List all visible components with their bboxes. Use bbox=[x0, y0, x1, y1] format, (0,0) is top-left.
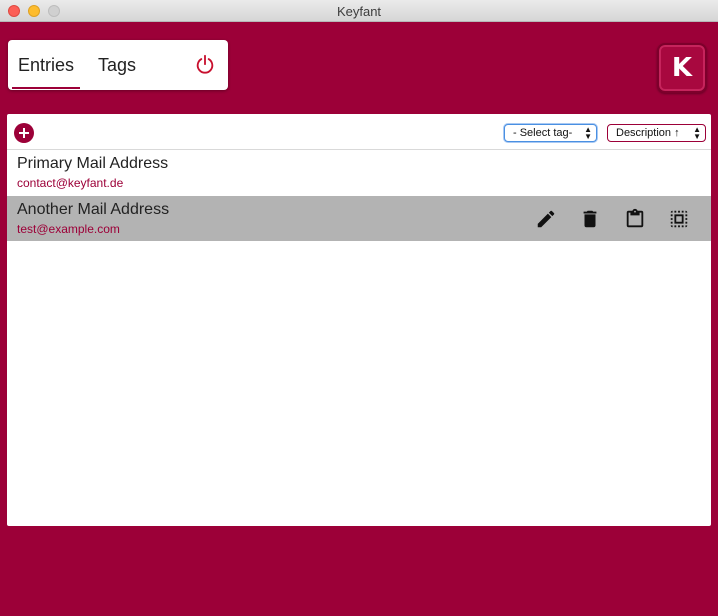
active-tab-indicator bbox=[12, 87, 80, 89]
nav-tabs: Entries Tags bbox=[8, 40, 228, 90]
window-title: Keyfant bbox=[336, 4, 382, 19]
select-arrows-icon: ▲ ▼ bbox=[693, 125, 701, 141]
entry-title: Another Mail Address bbox=[17, 201, 170, 218]
select-arrows-icon: ▲ ▼ bbox=[584, 125, 592, 141]
edit-icon[interactable] bbox=[535, 208, 557, 230]
window-titlebar: Keyfant bbox=[0, 0, 718, 22]
tag-filter-value: - Select tag- bbox=[513, 127, 573, 139]
power-icon[interactable] bbox=[194, 54, 216, 76]
tag-filter-select[interactable]: - Select tag- ▲ ▼ bbox=[504, 124, 597, 142]
tab-tags[interactable]: Tags bbox=[98, 55, 136, 76]
add-entry-button[interactable] bbox=[14, 123, 34, 143]
entries-panel: - Select tag- ▲ ▼ Description ↑ ▲ ▼ Primar… bbox=[7, 114, 711, 526]
keyfant-logo-icon: K bbox=[657, 43, 707, 93]
entry-title: Primary Mail Address bbox=[17, 155, 169, 172]
clipboard-icon[interactable] bbox=[624, 208, 646, 230]
list-item[interactable]: Primary Mail Address contact@keyfant.de bbox=[7, 150, 711, 195]
tab-entries[interactable]: Entries bbox=[18, 55, 74, 76]
logo-letter: K bbox=[671, 53, 693, 83]
entries-toolbar: - Select tag- ▲ ▼ Description ↑ ▲ ▼ bbox=[7, 114, 711, 150]
copy-icon[interactable] bbox=[668, 208, 690, 230]
entry-email: contact@keyfant.de bbox=[17, 176, 124, 190]
list-item[interactable]: Another Mail Address test@example.com bbox=[7, 196, 711, 241]
delete-icon[interactable] bbox=[579, 208, 601, 230]
sort-value: Description ↑ bbox=[616, 127, 680, 139]
sort-select[interactable]: Description ↑ ▲ ▼ bbox=[607, 124, 706, 142]
entry-email: test@example.com bbox=[17, 222, 120, 236]
